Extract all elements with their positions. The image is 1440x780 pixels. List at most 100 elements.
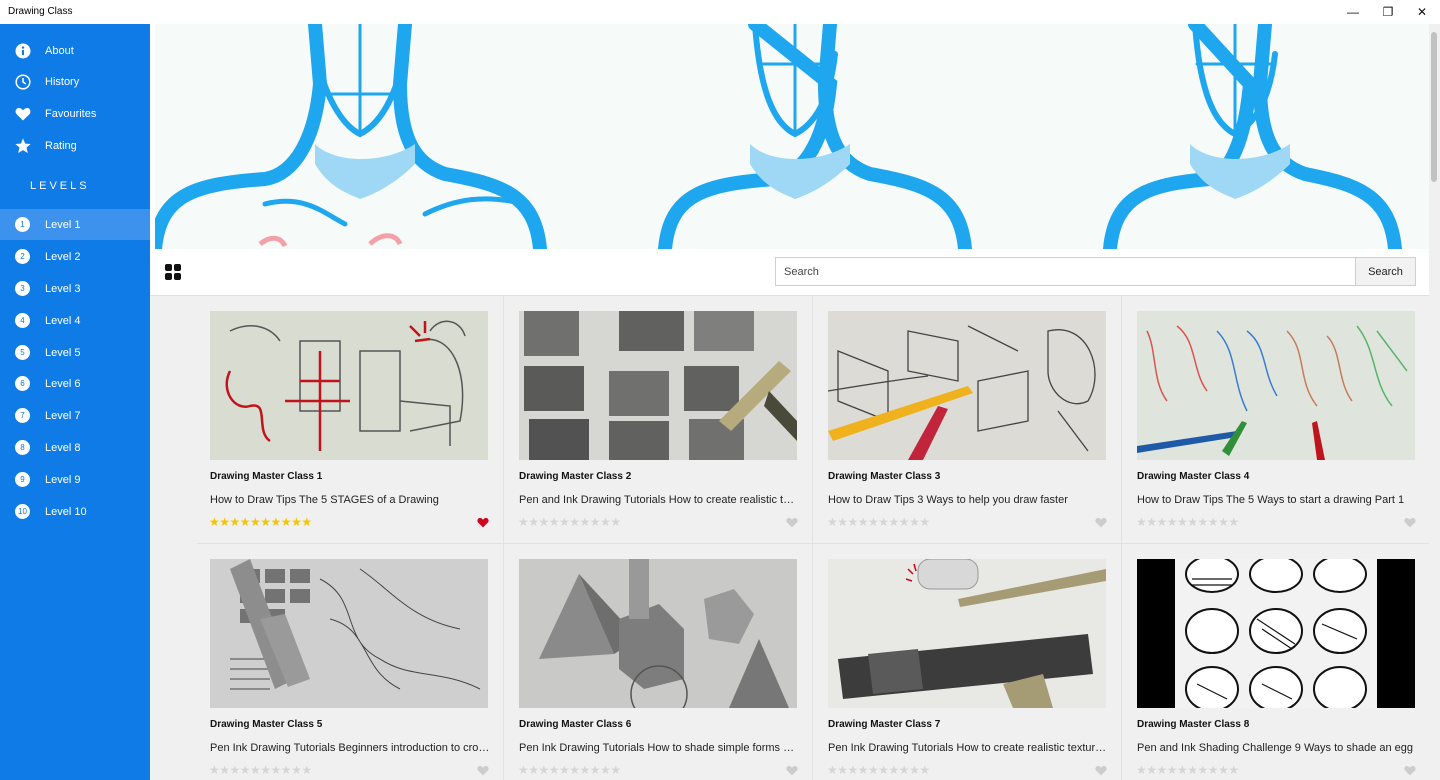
level-label: Level 6 xyxy=(45,377,81,390)
level-badge: 3 xyxy=(15,281,30,296)
level-badge: 10 xyxy=(15,504,30,519)
rating-stars[interactable]: ★★★★★★★★★★ xyxy=(209,763,312,777)
rating-stars[interactable]: ★★★★★★★★★★ xyxy=(209,515,312,529)
level-item-10[interactable]: 10 Level 10 xyxy=(0,496,150,527)
heart-icon xyxy=(15,106,31,122)
level-label: Level 7 xyxy=(45,409,81,422)
thumbnail-image xyxy=(210,311,488,460)
minimize-icon: — xyxy=(1347,5,1359,19)
favourite-heart-icon[interactable] xyxy=(1404,763,1416,776)
class-card-3[interactable]: Drawing Master Class 3 How to Draw Tips … xyxy=(815,296,1123,543)
info-icon xyxy=(15,43,31,59)
thumbnail-image xyxy=(210,559,488,708)
minimize-button[interactable]: — xyxy=(1336,0,1370,24)
class-card-7[interactable]: Drawing Master Class 7 Pen Ink Drawing T… xyxy=(815,544,1123,780)
rating-stars[interactable]: ★★★★★★★★★★ xyxy=(827,515,930,529)
thumbnail-image xyxy=(828,559,1106,708)
scrollbar-thumb[interactable] xyxy=(1431,32,1437,182)
level-label: Level 5 xyxy=(45,346,81,359)
nav-about-label: About xyxy=(45,45,74,57)
rating-stars[interactable]: ★★★★★★★★★★ xyxy=(827,763,930,777)
nav-history-label: History xyxy=(45,76,80,88)
class-card-8[interactable]: Drawing Master Class 8 Pen and Ink Shadi… xyxy=(1124,544,1429,780)
card-description: How to Draw Tips The 5 STAGES of a Drawi… xyxy=(210,494,439,506)
levels-header: LEVELS xyxy=(30,180,90,192)
thumbnail-image xyxy=(519,559,797,708)
class-card-5[interactable]: Drawing Master Class 5 Pen Ink Drawing T… xyxy=(197,544,505,780)
vertical-scrollbar[interactable] xyxy=(1429,24,1440,780)
level-item-8[interactable]: 8 Level 8 xyxy=(0,432,150,463)
level-label: Level 2 xyxy=(45,250,81,263)
card-title: Drawing Master Class 4 xyxy=(1137,471,1250,482)
class-card-1[interactable]: Drawing Master Class 1 How to Draw Tips … xyxy=(197,296,505,543)
rating-stars[interactable]: ★★★★★★★★★★ xyxy=(518,515,621,529)
card-description: How to Draw Tips The 5 Ways to start a d… xyxy=(1137,494,1405,506)
search-input[interactable] xyxy=(775,257,1356,286)
restore-button[interactable]: ❐ xyxy=(1371,0,1405,24)
card-title: Drawing Master Class 7 xyxy=(828,719,941,730)
banner-image xyxy=(155,24,1429,249)
level-label: Level 3 xyxy=(45,282,81,295)
thumbnail-image xyxy=(1137,311,1415,460)
nav-rating[interactable]: Rating xyxy=(0,131,150,161)
star-icon xyxy=(15,138,31,154)
favourite-heart-icon[interactable] xyxy=(477,763,489,776)
level-item-4[interactable]: 4 Level 4 xyxy=(0,305,150,336)
level-item-6[interactable]: 6 Level 6 xyxy=(0,368,150,399)
level-item-3[interactable]: 3 Level 3 xyxy=(0,273,150,304)
class-card-2[interactable]: Drawing Master Class 2 Pen and Ink Drawi… xyxy=(506,296,814,543)
rating-stars[interactable]: ★★★★★★★★★★ xyxy=(1136,763,1239,777)
favourite-heart-icon[interactable] xyxy=(1095,763,1107,776)
level-badge: 6 xyxy=(15,376,30,391)
card-title: Drawing Master Class 5 xyxy=(210,719,323,730)
card-title: Drawing Master Class 8 xyxy=(1137,719,1250,730)
card-title: Drawing Master Class 2 xyxy=(519,471,632,482)
level-badge: 1 xyxy=(15,217,30,232)
nav-history[interactable]: History xyxy=(0,67,150,97)
class-grid: Drawing Master Class 1 How to Draw Tips … xyxy=(150,296,1429,780)
favourite-heart-icon[interactable] xyxy=(477,515,489,528)
close-icon: ✕ xyxy=(1416,5,1428,19)
level-label: Level 8 xyxy=(45,441,81,454)
thumbnail-image xyxy=(1137,559,1415,708)
search-button[interactable]: Search xyxy=(1356,257,1416,286)
favourite-heart-icon[interactable] xyxy=(1095,515,1107,528)
level-item-5[interactable]: 5 Level 5 xyxy=(0,337,150,368)
banner-accent xyxy=(258,233,403,248)
grid-view-icon[interactable] xyxy=(165,264,181,280)
thumbnail-image xyxy=(519,311,797,460)
nav-about[interactable]: About xyxy=(0,36,150,66)
nav-rating-label: Rating xyxy=(45,140,77,152)
class-card-4[interactable]: Drawing Master Class 4 How to Draw Tips … xyxy=(1124,296,1429,543)
clock-icon xyxy=(15,74,31,90)
thumbnail-image xyxy=(828,311,1106,460)
sidebar: About History Favourites Rating LEVELS 1… xyxy=(0,24,150,780)
level-badge: 2 xyxy=(15,249,30,264)
card-description: Pen and Ink Shading Challenge 9 Ways to … xyxy=(1137,742,1414,754)
class-card-6[interactable]: Drawing Master Class 6 Pen Ink Drawing T… xyxy=(506,544,814,780)
level-badge: 8 xyxy=(15,440,30,455)
figure-middle xyxy=(658,24,972,249)
card-description: Pen Ink Drawing Tutorials Beginners intr… xyxy=(210,742,490,754)
rating-stars[interactable]: ★★★★★★★★★★ xyxy=(518,763,621,777)
title-bar: Drawing Class — ❐ ✕ xyxy=(0,0,1440,24)
level-badge: 9 xyxy=(15,472,30,487)
rating-stars[interactable]: ★★★★★★★★★★ xyxy=(1136,515,1239,529)
card-title: Drawing Master Class 6 xyxy=(519,719,632,730)
level-item-9[interactable]: 9 Level 9 xyxy=(0,464,150,495)
level-badge: 7 xyxy=(15,408,30,423)
level-item-2[interactable]: 2 Level 2 xyxy=(0,241,150,272)
card-description: Pen and Ink Drawing Tutorials How to cre… xyxy=(519,494,799,506)
restore-icon: ❐ xyxy=(1382,5,1394,19)
level-badge: 4 xyxy=(15,313,30,328)
level-item-7[interactable]: 7 Level 7 xyxy=(0,400,150,431)
level-item-1[interactable]: 1 Level 1 xyxy=(0,209,150,240)
favourite-heart-icon[interactable] xyxy=(786,515,798,528)
favourite-heart-icon[interactable] xyxy=(786,763,798,776)
figure-left xyxy=(155,24,547,249)
app-title: Drawing Class xyxy=(8,6,73,17)
toolbar: Search xyxy=(150,249,1429,296)
favourite-heart-icon[interactable] xyxy=(1404,515,1416,528)
nav-favourites[interactable]: Favourites xyxy=(0,99,150,129)
close-button[interactable]: ✕ xyxy=(1405,0,1439,24)
